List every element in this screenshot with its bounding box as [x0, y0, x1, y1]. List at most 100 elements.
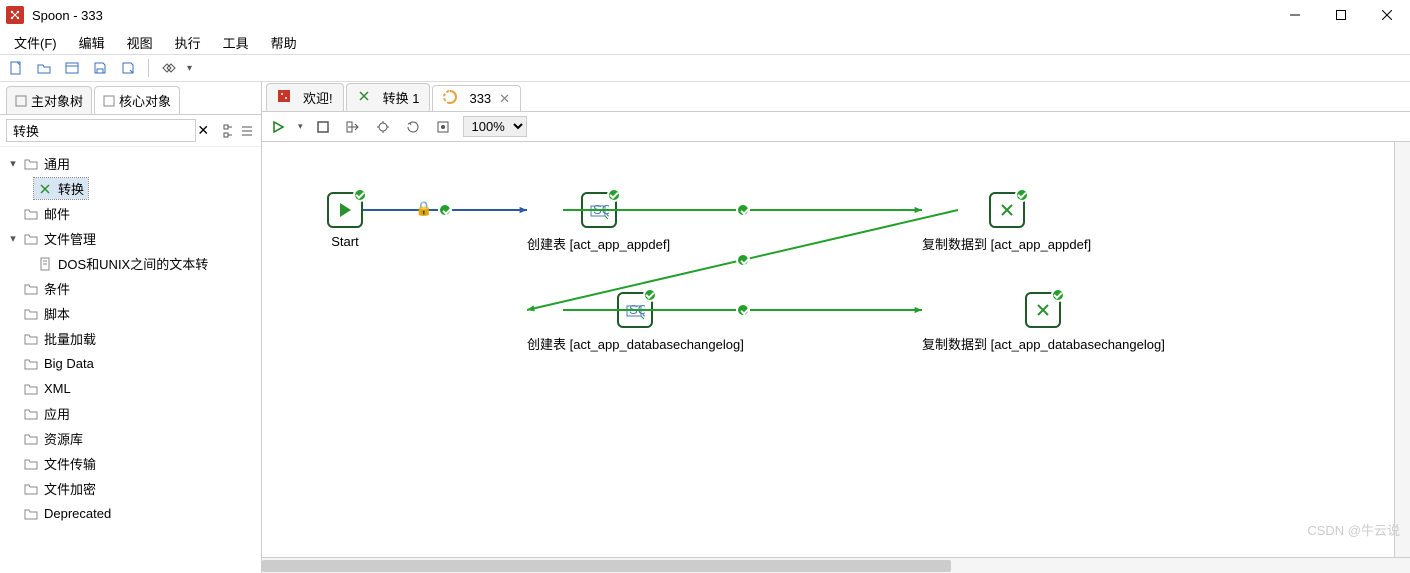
tree-folder[interactable]: ▾文件管理 [0, 226, 261, 251]
folder-icon [24, 507, 40, 521]
window-controls [1272, 0, 1410, 30]
success-check-icon [353, 188, 367, 202]
tree-folder[interactable]: 资源库 [0, 426, 261, 451]
tree-folder[interactable]: 文件加密 [0, 476, 261, 501]
tree-item[interactable]: 转换 [0, 176, 261, 201]
step-copy2[interactable]: 复制数据到 [act_app_databasechangelog] [922, 292, 1165, 353]
canvas-wrap: Start SQL 创建表 [act_app_appdef] 复制数据到 [act_a… [262, 142, 1410, 557]
editor-tabs: 欢迎!转换 1333✕ [262, 82, 1410, 112]
tree-folder[interactable]: 文件传输 [0, 451, 261, 476]
folder-icon [24, 207, 40, 221]
folder-icon [24, 407, 40, 421]
app-icon [6, 6, 24, 24]
svg-text:SQL: SQL [593, 202, 609, 217]
step-create1[interactable]: SQL 创建表 [act_app_appdef] [527, 192, 670, 253]
minimize-button[interactable] [1272, 0, 1318, 30]
step-label: Start [331, 234, 358, 249]
transform-icon [38, 182, 54, 196]
maximize-button[interactable] [1318, 0, 1364, 30]
close-tab-icon[interactable]: ✕ [499, 91, 510, 107]
tree-folder[interactable]: ▾通用 [0, 151, 261, 176]
folder-icon [24, 457, 40, 471]
save-button[interactable] [90, 58, 110, 78]
menu-item[interactable]: 帮助 [261, 31, 307, 54]
clear-search-icon[interactable]: ✕ [196, 122, 210, 139]
search-input[interactable] [6, 119, 196, 142]
success-check-icon [1051, 288, 1065, 302]
folder-icon [24, 282, 40, 296]
step-label: 复制数据到 [act_app_appdef] [922, 234, 1091, 253]
debug-button[interactable] [373, 117, 393, 137]
hop-check-icon [736, 253, 750, 267]
preview-button[interactable] [343, 117, 363, 137]
titlebar: Spoon - 333 [0, 0, 1410, 30]
collapse-tree-button[interactable] [241, 122, 255, 140]
transform-icon [357, 89, 377, 106]
menu-item[interactable]: 工具 [213, 31, 259, 54]
menu-item[interactable]: 编辑 [69, 31, 115, 54]
expand-tree-button[interactable] [223, 122, 237, 140]
sidebar-tab[interactable]: 核心对象 [94, 86, 180, 114]
svg-text:SQL: SQL [629, 302, 645, 317]
tree-folder[interactable]: 应用 [0, 401, 261, 426]
step-label: 复制数据到 [act_app_databasechangelog] [922, 334, 1165, 353]
folder-icon [24, 382, 40, 396]
editor-tab[interactable]: 333✕ [432, 85, 521, 111]
editor-tab[interactable]: 转换 1 [346, 83, 431, 111]
step-label: 创建表 [act_app_databasechangelog] [527, 334, 744, 353]
zoom-select[interactable]: 100% [463, 116, 527, 137]
step-label: 创建表 [act_app_appdef] [527, 234, 670, 253]
success-check-icon [643, 288, 657, 302]
tree-folder[interactable]: 邮件 [0, 201, 261, 226]
new-button[interactable] [6, 58, 26, 78]
folder-icon [24, 482, 40, 496]
hop-check-icon [736, 203, 750, 217]
folder-icon [24, 357, 40, 371]
menu-item[interactable]: 执行 [165, 31, 211, 54]
explore-button[interactable] [62, 58, 82, 78]
welcome-icon [277, 89, 297, 106]
sidebar-search-row: ✕ [0, 115, 261, 147]
run-options-icon[interactable]: ▾ [298, 121, 303, 132]
verify-button[interactable] [433, 117, 453, 137]
open-button[interactable] [34, 58, 54, 78]
menu-item[interactable]: 视图 [117, 31, 163, 54]
menubar: 文件(F)编辑视图执行工具帮助 [0, 30, 1410, 54]
tree-folder[interactable]: Deprecated [0, 501, 261, 526]
tree-folder[interactable]: 脚本 [0, 301, 261, 326]
main-area: 欢迎!转换 1333✕ ▾ 100% Start SQL 创建表 [act_app_… [262, 82, 1410, 573]
tree-folder[interactable]: 条件 [0, 276, 261, 301]
sidebar-tree[interactable]: ▾通用转换邮件▾文件管理DOS和UNIX之间的文本转条件脚本批量加载Big Da… [0, 147, 261, 573]
step-copy1[interactable]: 复制数据到 [act_app_appdef] [922, 192, 1091, 253]
sidebar-tabs: 主对象树核心对象 [0, 82, 261, 115]
save-as-button[interactable] [118, 58, 138, 78]
tree-folder[interactable]: Big Data [0, 351, 261, 376]
step-start[interactable]: Start [327, 192, 363, 249]
tree-folder[interactable]: XML [0, 376, 261, 401]
window-title: Spoon - 333 [32, 8, 103, 23]
chevron-down-icon[interactable]: ▾ [187, 63, 192, 74]
lock-icon: 🔒 [415, 200, 432, 217]
horizontal-scrollbar[interactable] [262, 557, 1410, 573]
tree-folder[interactable]: 批量加载 [0, 326, 261, 351]
menu-item[interactable]: 文件(F) [4, 31, 67, 54]
success-check-icon [1015, 188, 1029, 202]
editor-tab[interactable]: 欢迎! [266, 83, 344, 111]
main-toolbar: ▾ [0, 54, 1410, 82]
close-button[interactable] [1364, 0, 1410, 30]
sidebar-tab[interactable]: 主对象树 [6, 86, 92, 114]
hop-check-icon [438, 203, 452, 217]
folder-icon [24, 432, 40, 446]
hop-check-icon [736, 303, 750, 317]
tree-item[interactable]: DOS和UNIX之间的文本转 [0, 251, 261, 276]
doc-icon [38, 257, 54, 271]
sidebar: 主对象树核心对象 ✕ ▾通用转换邮件▾文件管理DOS和UNIX之间的文本转条件脚… [0, 82, 262, 573]
replay-button[interactable] [403, 117, 423, 137]
vertical-scrollbar[interactable] [1394, 142, 1410, 557]
folder-icon [24, 232, 40, 246]
canvas[interactable]: Start SQL 创建表 [act_app_appdef] 复制数据到 [act_a… [262, 142, 1410, 557]
perspectives-button[interactable] [159, 58, 179, 78]
step-create2[interactable]: SQL 创建表 [act_app_databasechangelog] [527, 292, 744, 353]
run-button[interactable] [268, 117, 288, 137]
stop-button[interactable] [313, 117, 333, 137]
